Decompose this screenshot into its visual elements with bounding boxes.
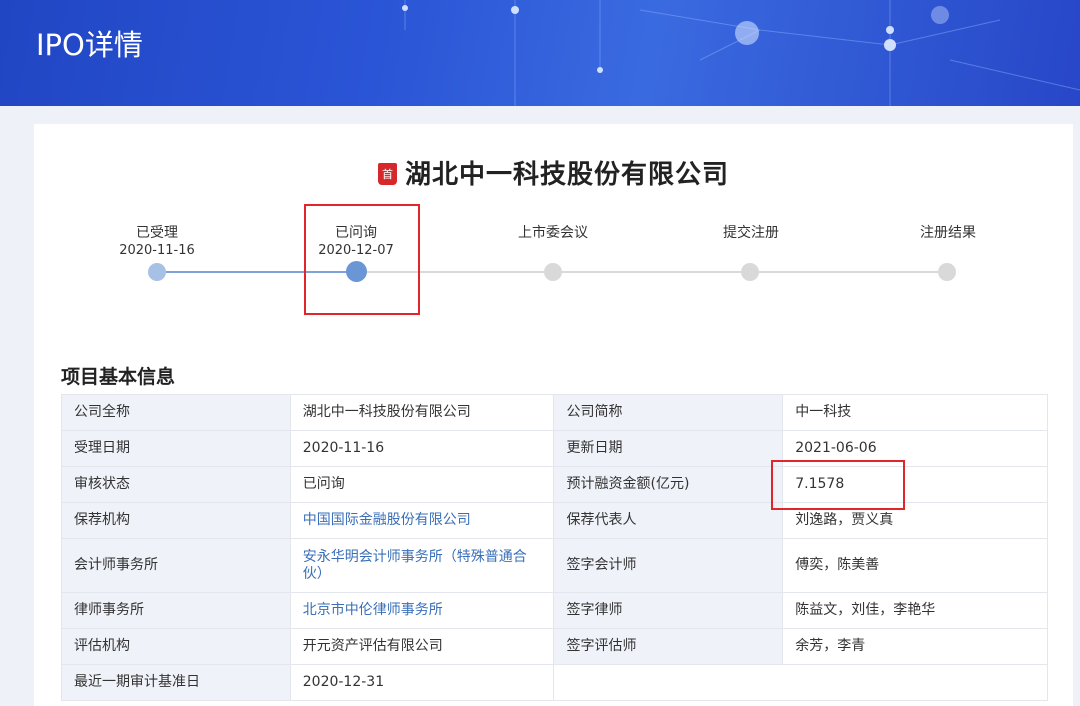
step-listing-committee: 上市委会议 — [518, 225, 588, 241]
highlight-box-financing — [771, 460, 905, 510]
page-title: IPO详情 — [36, 28, 143, 62]
table-row: 会计师事务所 安永华明会计师事务所（特殊普通合伙） 签字会计师 傅奕，陈美善 — [61, 538, 1048, 593]
company-header: 首 湖北中一科技股份有限公司 — [34, 154, 1073, 191]
value-full-name: 湖北中一科技股份有限公司 — [289, 394, 555, 431]
value-audit-base-date: 2020-12-31 — [289, 664, 555, 701]
value-signing-appraisers: 余芳，李青 — [782, 628, 1048, 665]
empty-cell — [553, 664, 783, 701]
table-row: 律师事务所 北京市中伦律师事务所 签字律师 陈益文，刘佳，李艳华 — [61, 592, 1048, 629]
table-row: 公司全称 湖北中一科技股份有限公司 公司简称 中一科技 — [61, 394, 1048, 431]
first-listing-badge: 首 — [377, 162, 397, 185]
empty-cell — [782, 664, 1048, 701]
sponsor-link[interactable]: 中国国际金融股份有限公司 — [289, 502, 555, 539]
label-sponsor: 保荐机构 — [61, 502, 291, 539]
label-accounting-firm: 会计师事务所 — [61, 538, 291, 593]
table-row: 最近一期审计基准日 2020-12-31 — [61, 664, 1048, 701]
label-audit-base-date: 最近一期审计基准日 — [61, 664, 291, 701]
value-short-name: 中一科技 — [782, 394, 1048, 431]
label-short-name: 公司简称 — [553, 394, 784, 431]
step-dot-registration-result — [938, 263, 956, 281]
step-dot-submit-registration — [741, 263, 759, 281]
company-name: 湖北中一科技股份有限公司 — [404, 160, 729, 190]
value-signing-lawyers: 陈益文，刘佳，李艳华 — [782, 592, 1048, 629]
step-registration-result: 注册结果 — [920, 225, 976, 241]
progress-steps: 已受理 2020-11-16 已问询 2020-12-07 上市委会议 提交注册… — [34, 220, 1073, 290]
step-dot-accepted — [148, 263, 166, 281]
label-sponsor-reps: 保荐代表人 — [553, 502, 784, 539]
law-firm-link[interactable]: 北京市中伦律师事务所 — [289, 592, 555, 629]
ipo-detail-card: 首 湖北中一科技股份有限公司 已受理 2020-11-16 已问询 2020-1… — [34, 124, 1073, 706]
accounting-firm-link[interactable]: 安永华明会计师事务所（特殊普通合伙） — [289, 538, 555, 593]
value-accept-date: 2020-11-16 — [289, 430, 555, 467]
highlight-box-status — [304, 204, 420, 315]
label-accept-date: 受理日期 — [61, 430, 291, 467]
project-info-table: 公司全称 湖北中一科技股份有限公司 公司简称 中一科技 受理日期 2020-11… — [61, 394, 1048, 701]
label-signing-lawyers: 签字律师 — [553, 592, 784, 629]
label-signing-appraisers: 签字评估师 — [553, 628, 784, 665]
step-submit-registration: 提交注册 — [723, 225, 779, 241]
step-dot-listing-committee — [544, 263, 562, 281]
network-decoration — [402, 0, 1080, 106]
value-review-status: 已问询 — [289, 466, 555, 503]
label-review-status: 审核状态 — [61, 466, 291, 503]
value-appraisal-firm: 开元资产评估有限公司 — [289, 628, 555, 665]
header-banner: IPO详情 — [0, 0, 1080, 106]
value-signing-accountants: 傅奕，陈美善 — [782, 538, 1048, 593]
section-title: 项目基本信息 — [61, 366, 176, 388]
label-financing-amount: 预计融资金额(亿元) — [553, 466, 784, 503]
label-appraisal-firm: 评估机构 — [61, 628, 291, 665]
step-accepted: 已受理 2020-11-16 — [119, 225, 195, 258]
label-law-firm: 律师事务所 — [61, 592, 291, 629]
label-signing-accountants: 签字会计师 — [553, 538, 784, 593]
label-update-date: 更新日期 — [553, 430, 784, 467]
label-full-name: 公司全称 — [61, 394, 291, 431]
table-row: 评估机构 开元资产评估有限公司 签字评估师 余芳，李青 — [61, 628, 1048, 665]
